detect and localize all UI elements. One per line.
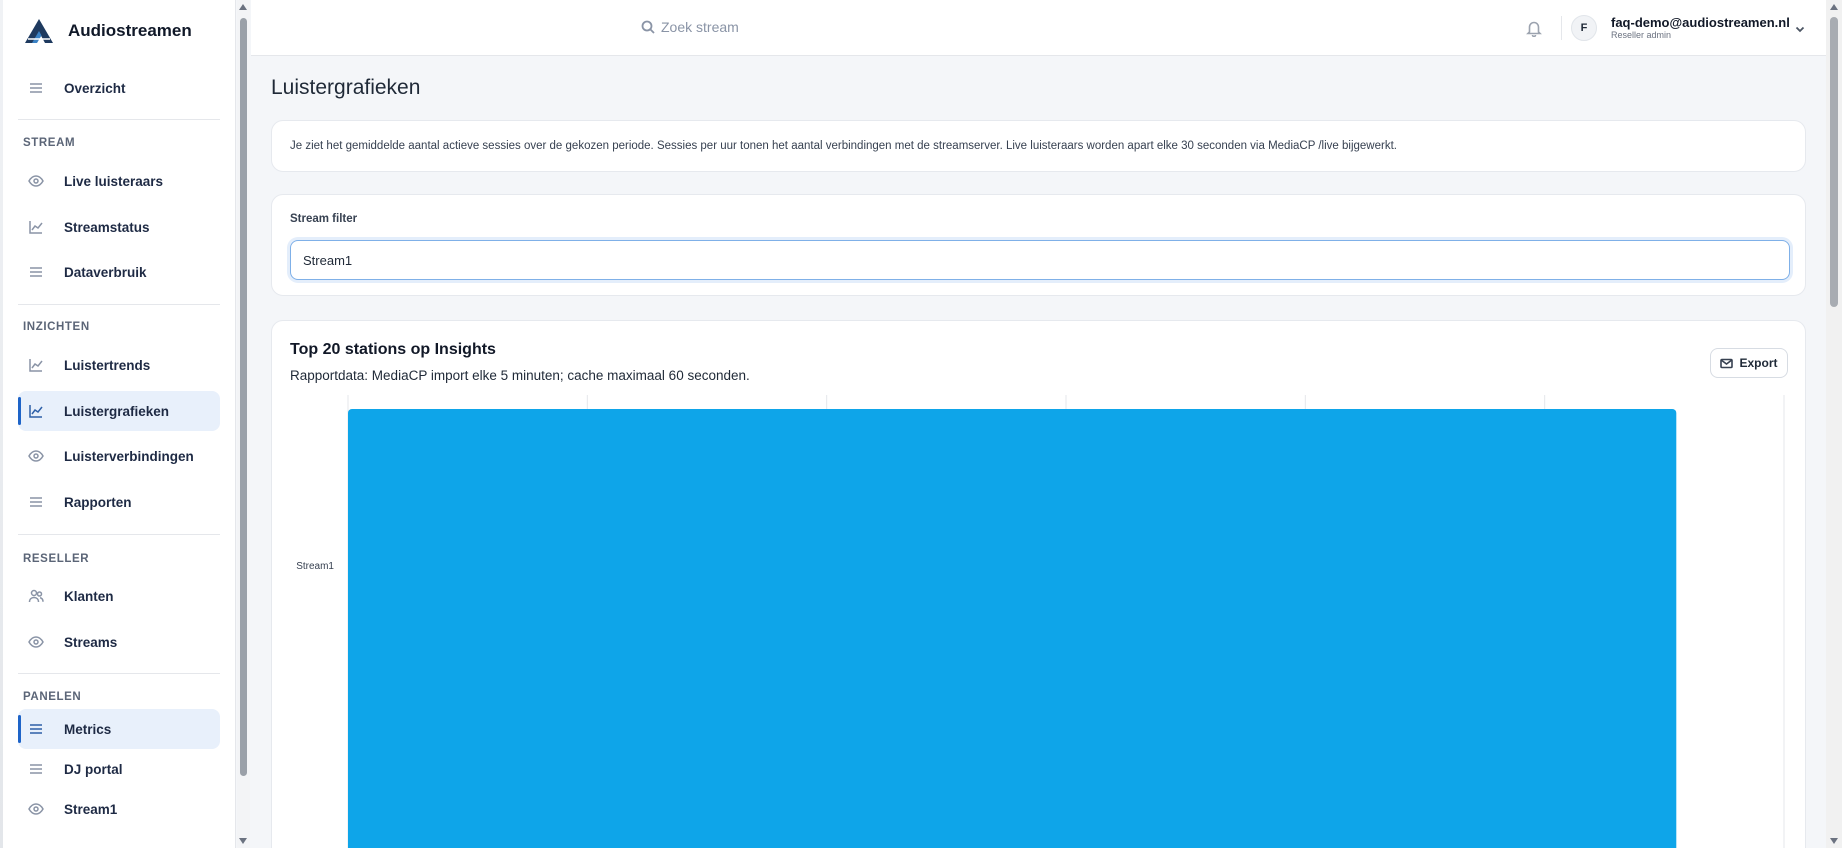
sidebar-item-label: DJ portal [64,761,123,777]
scroll-up-arrow-icon[interactable] [239,4,247,10]
chart-category-label: Stream1 [296,561,334,572]
chart-line-icon [28,357,44,373]
eye-icon [28,634,44,650]
sidebar-item-live-luisteraars[interactable]: Live luisteraars [18,161,220,201]
sidebar-item-klanten[interactable]: Klanten [18,576,220,616]
section-label-inzichten: INZICHTEN [23,321,90,333]
sidebar-divider [18,534,220,535]
menu-icon [28,761,44,777]
scroll-down-arrow-icon[interactable] [1829,838,1838,844]
brand[interactable]: Audiostreamen [24,18,192,44]
sidebar-item-luistergrafieken[interactable]: Luistergrafieken [18,391,220,431]
sidebar-item-label: Streams [64,634,118,650]
section-label-panelen: PANELEN [23,691,82,703]
sidebar-item-label: Dataverbruik [64,264,147,280]
chart-bar[interactable] [348,409,1677,848]
sidebar-item-metrics[interactable]: Metrics [18,709,220,749]
page-title: Luistergrafieken [271,76,421,99]
sidebar-scroll-thumb[interactable] [240,18,247,776]
sidebar-item-label: Stream1 [64,801,118,817]
page-scrollbar[interactable] [1826,0,1842,848]
stream-filter-input[interactable] [290,240,1790,280]
info-card: Je ziet het gemiddelde aantal actieve se… [271,120,1806,172]
sidebar-item-label: Luisterverbindingen [64,448,194,464]
section-label-reseller: RESELLER [23,553,90,565]
info-text: Je ziet het gemiddelde aantal actieve se… [290,140,1397,152]
menu-icon [28,264,44,280]
sidebar: Audiostreamen Overzicht STREAM Live luis… [0,0,236,848]
search-input[interactable] [661,19,921,35]
sidebar-item-label: Luistertrends [64,357,151,373]
menu-icon [28,80,44,96]
sidebar-item-overzicht[interactable]: Overzicht [18,68,220,108]
users-icon [28,588,44,604]
chart-line-icon [28,403,44,419]
user-role: Reseller admin [1611,30,1672,40]
avatar[interactable]: F [1571,15,1597,41]
chart-line-icon [28,219,44,235]
user-email[interactable]: faq-demo@audiostreamen.nl [1611,15,1790,30]
topbar-separator [1561,16,1562,40]
scroll-up-arrow-icon[interactable] [1829,4,1838,10]
brand-name: Audiostreamen [68,21,192,40]
sidebar-divider [18,673,220,674]
topbar: F faq-demo@audiostreamen.nl Reseller adm… [251,0,1826,56]
sidebar-item-label: Luistergrafieken [64,403,170,419]
menu-icon [28,494,44,510]
sidebar-item-label: Streamstatus [64,219,150,235]
sidebar-item-streamstatus[interactable]: Streamstatus [18,207,220,247]
filter-card: Stream filter [271,194,1806,296]
sidebar-item-label: Rapporten [64,494,132,510]
sidebar-item-label: Klanten [64,588,114,604]
sidebar-item-stream1[interactable]: Stream1 [18,789,220,829]
search[interactable] [641,19,921,35]
sidebar-item-label: Live luisteraars [64,173,164,189]
sidebar-item-label: Metrics [64,721,112,737]
sidebar-item-label: Overzicht [64,80,126,96]
chevron-down-icon[interactable] [1794,22,1806,34]
chart-card: Top 20 stations op Insights Rapportdata:… [271,320,1806,848]
sidebar-edge [0,0,3,848]
menu-icon [28,721,44,737]
eye-icon [28,448,44,464]
sidebar-scrollbar[interactable] [237,0,250,848]
sidebar-item-rapporten[interactable]: Rapporten [18,482,220,522]
eye-icon [28,801,44,817]
bar-chart: Stream1 [296,395,1785,848]
sidebar-item-luisterverbindingen[interactable]: Luisterverbindingen [18,436,220,476]
search-icon [641,20,655,34]
filter-label: Stream filter [290,213,358,225]
section-label-stream: STREAM [23,137,76,149]
sidebar-divider [18,119,220,120]
sidebar-item-dataverbruik[interactable]: Dataverbruik [18,252,220,292]
scroll-down-arrow-icon[interactable] [239,838,247,844]
sidebar-item-streams[interactable]: Streams [18,622,220,662]
sidebar-item-dj-portal[interactable]: DJ portal [18,749,220,789]
brand-logo-icon [25,19,53,43]
sidebar-divider [18,304,220,305]
eye-icon [28,173,44,189]
sidebar-item-luistertrends[interactable]: Luistertrends [18,345,220,385]
notifications-bell-icon[interactable] [1525,19,1543,38]
page-scroll-thumb[interactable] [1830,17,1838,307]
